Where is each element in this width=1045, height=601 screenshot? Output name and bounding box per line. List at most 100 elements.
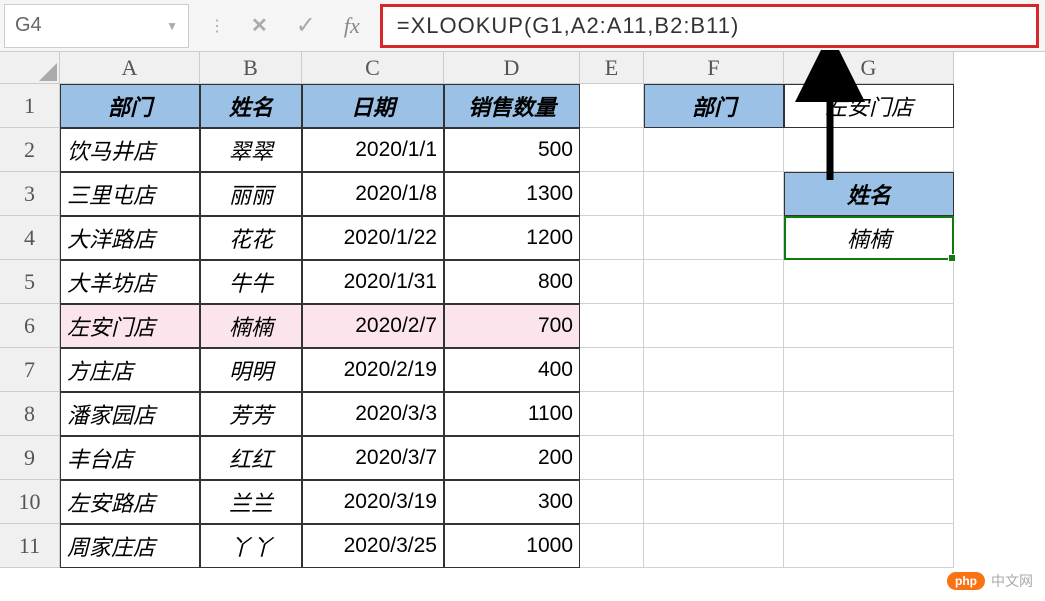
cell-B3[interactable]: 丽丽 [200,172,302,216]
cell-B5[interactable]: 牛牛 [200,260,302,304]
cell-C6[interactable]: 2020/2/7 [302,304,444,348]
cell-C4[interactable]: 2020/1/22 [302,216,444,260]
dots-icon[interactable]: ⋮ [209,16,223,36]
row-header-9[interactable]: 9 [0,436,60,480]
cell-G6[interactable] [784,304,954,348]
cell-C10[interactable]: 2020/3/19 [302,480,444,524]
cell-A9[interactable]: 丰台店 [60,436,200,480]
cell-B8[interactable]: 芳芳 [200,392,302,436]
cell-E3[interactable] [580,172,644,216]
select-all-corner[interactable] [0,52,60,84]
cell-A2[interactable]: 饮马井店 [60,128,200,172]
row-header-10[interactable]: 10 [0,480,60,524]
cell-E5[interactable] [580,260,644,304]
cell-B9[interactable]: 红红 [200,436,302,480]
cell-E8[interactable] [580,392,644,436]
cell-A4[interactable]: 大洋路店 [60,216,200,260]
cell-D1[interactable]: 销售数量 [444,84,580,128]
cell-D4[interactable]: 1200 [444,216,580,260]
cell-G3[interactable]: 姓名 [784,172,954,216]
row-header-7[interactable]: 7 [0,348,60,392]
confirm-icon[interactable]: ✓ [296,11,316,40]
cell-A7[interactable]: 方庄店 [60,348,200,392]
formula-input[interactable]: =XLOOKUP(G1,A2:A11,B2:B11) [380,4,1039,48]
name-box[interactable]: G4 ▼ [4,4,189,48]
col-header-E[interactable]: E [580,52,644,84]
row-header-11[interactable]: 11 [0,524,60,568]
cell-G7[interactable] [784,348,954,392]
cell-A1[interactable]: 部门 [60,84,200,128]
cell-G4[interactable]: 楠楠 [784,216,954,260]
cell-D9[interactable]: 200 [444,436,580,480]
cancel-icon[interactable]: ✕ [251,13,268,38]
cell-A8[interactable]: 潘家园店 [60,392,200,436]
cell-F7[interactable] [644,348,784,392]
cell-F4[interactable] [644,216,784,260]
cell-G5[interactable] [784,260,954,304]
cell-C3[interactable]: 2020/1/8 [302,172,444,216]
cell-F6[interactable] [644,304,784,348]
cell-E10[interactable] [580,480,644,524]
cell-E9[interactable] [580,436,644,480]
cell-F2[interactable] [644,128,784,172]
cell-B6[interactable]: 楠楠 [200,304,302,348]
cell-A3[interactable]: 三里屯店 [60,172,200,216]
cell-D3[interactable]: 1300 [444,172,580,216]
cell-B7[interactable]: 明明 [200,348,302,392]
cell-F11[interactable] [644,524,784,568]
cell-G9[interactable] [784,436,954,480]
cell-D6[interactable]: 700 [444,304,580,348]
cell-C7[interactable]: 2020/2/19 [302,348,444,392]
cell-F5[interactable] [644,260,784,304]
cell-C11[interactable]: 2020/3/25 [302,524,444,568]
cell-C8[interactable]: 2020/3/3 [302,392,444,436]
cell-D5[interactable]: 800 [444,260,580,304]
cell-F10[interactable] [644,480,784,524]
fx-icon[interactable]: fx [344,13,360,39]
cell-E4[interactable] [580,216,644,260]
cell-B4[interactable]: 花花 [200,216,302,260]
cell-B2[interactable]: 翠翠 [200,128,302,172]
cell-D11[interactable]: 1000 [444,524,580,568]
row-header-8[interactable]: 8 [0,392,60,436]
cell-D7[interactable]: 400 [444,348,580,392]
row-header-2[interactable]: 2 [0,128,60,172]
cell-A5[interactable]: 大羊坊店 [60,260,200,304]
cell-E2[interactable] [580,128,644,172]
col-header-D[interactable]: D [444,52,580,84]
cell-D10[interactable]: 300 [444,480,580,524]
cell-A11[interactable]: 周家庄店 [60,524,200,568]
cell-G1[interactable]: 左安门店 [784,84,954,128]
col-header-G[interactable]: G [784,52,954,84]
cell-B1[interactable]: 姓名 [200,84,302,128]
cell-D8[interactable]: 1100 [444,392,580,436]
cell-C9[interactable]: 2020/3/7 [302,436,444,480]
cell-E11[interactable] [580,524,644,568]
cell-E1[interactable] [580,84,644,128]
col-header-C[interactable]: C [302,52,444,84]
cell-C2[interactable]: 2020/1/1 [302,128,444,172]
col-header-A[interactable]: A [60,52,200,84]
cell-B11[interactable]: 丫丫 [200,524,302,568]
cell-B10[interactable]: 兰兰 [200,480,302,524]
cell-G8[interactable] [784,392,954,436]
row-header-4[interactable]: 4 [0,216,60,260]
row-header-5[interactable]: 5 [0,260,60,304]
cell-F9[interactable] [644,436,784,480]
row-header-1[interactable]: 1 [0,84,60,128]
cell-C1[interactable]: 日期 [302,84,444,128]
cell-G10[interactable] [784,480,954,524]
cell-D2[interactable]: 500 [444,128,580,172]
row-header-6[interactable]: 6 [0,304,60,348]
cell-F1[interactable]: 部门 [644,84,784,128]
cell-A6[interactable]: 左安门店 [60,304,200,348]
cell-C5[interactable]: 2020/1/31 [302,260,444,304]
name-box-dropdown-icon[interactable]: ▼ [166,19,178,33]
cell-G11[interactable] [784,524,954,568]
row-header-3[interactable]: 3 [0,172,60,216]
col-header-F[interactable]: F [644,52,784,84]
cell-G2[interactable] [784,128,954,172]
cell-A10[interactable]: 左安路店 [60,480,200,524]
cell-F8[interactable] [644,392,784,436]
cell-E6[interactable] [580,304,644,348]
